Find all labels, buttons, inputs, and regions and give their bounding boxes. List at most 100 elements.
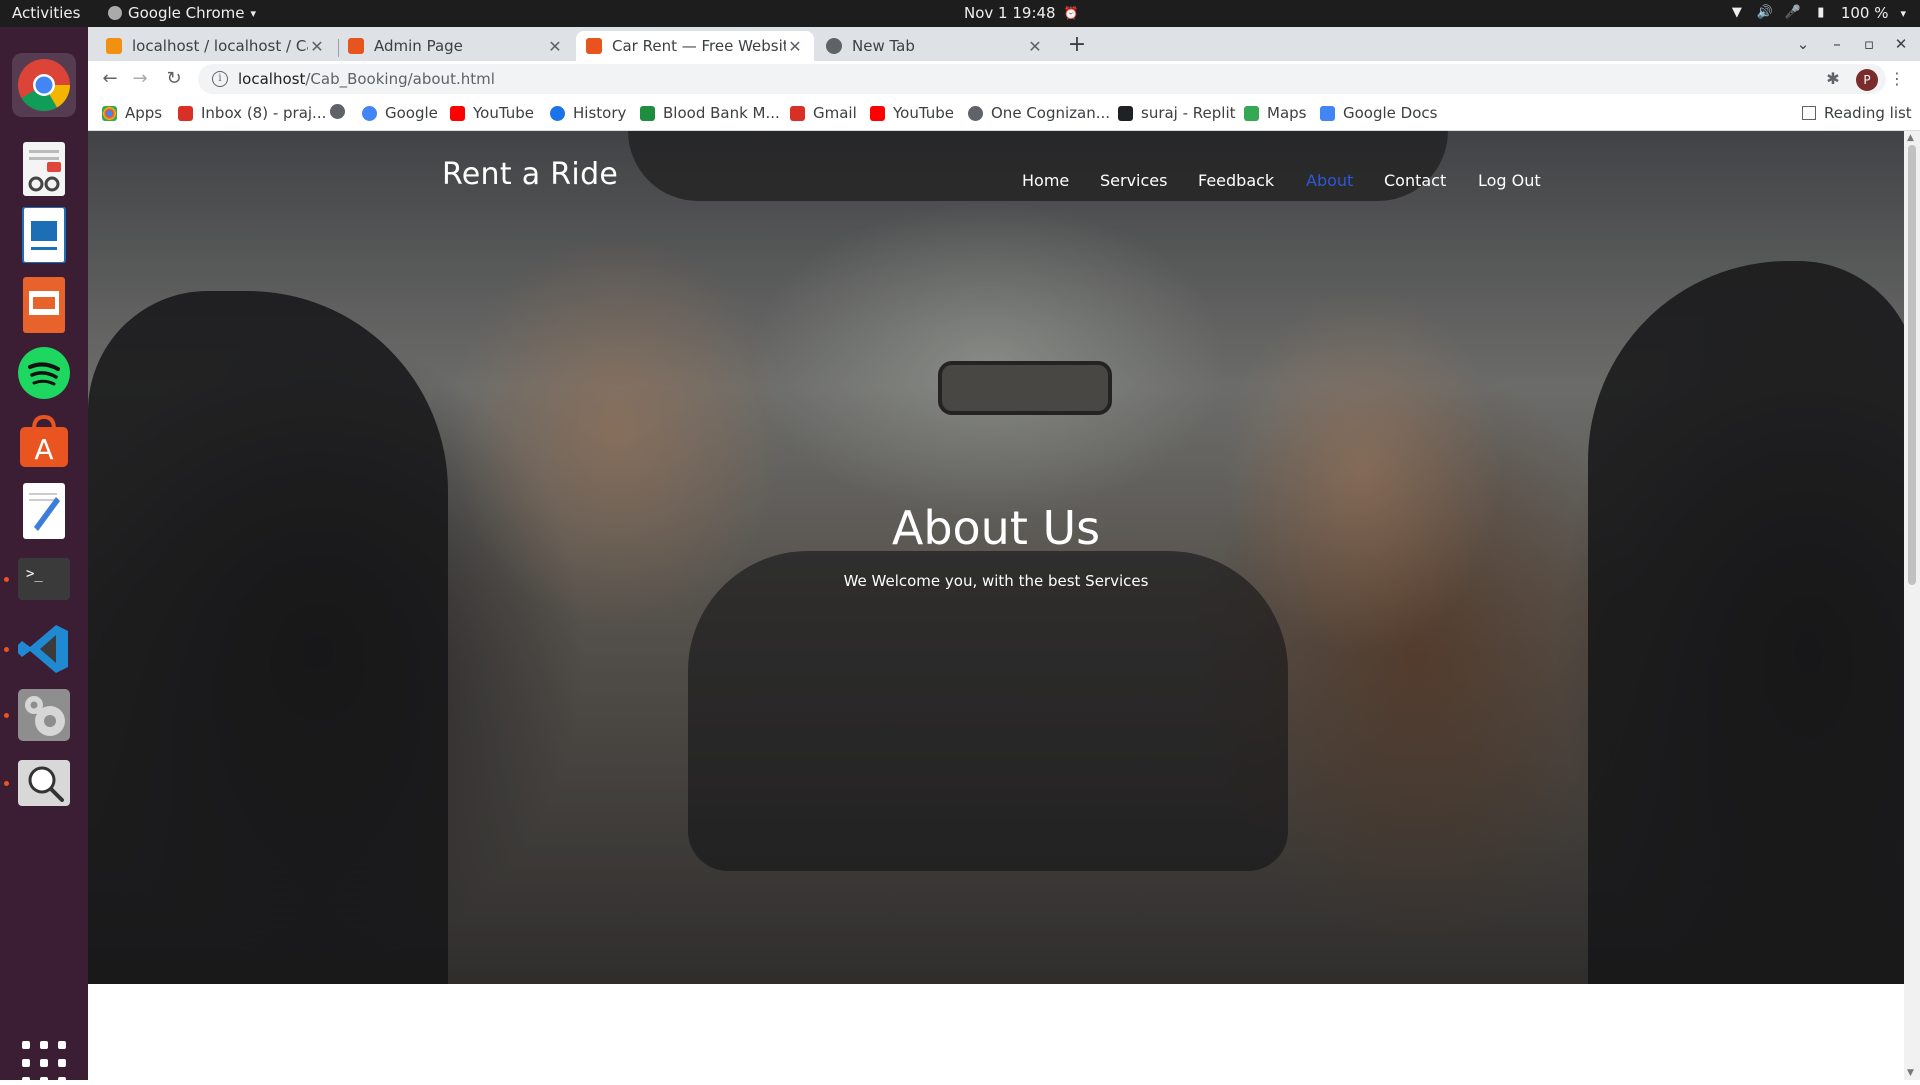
dock-libreoffice-impress[interactable] (12, 273, 76, 337)
bookmark-label: History (573, 104, 627, 122)
dock-spotify[interactable] (12, 341, 76, 405)
tab-strip: localhost / localhost / Cab ✕ Admin Page… (88, 27, 1920, 61)
nav-about[interactable]: About (1306, 171, 1353, 190)
magnifier-icon (18, 760, 70, 806)
running-indicator (4, 713, 9, 718)
new-tab-button[interactable]: + (1064, 33, 1090, 59)
bookmark-globe[interactable] (330, 104, 353, 119)
page-scrollbar[interactable]: ▲ ▼ (1904, 131, 1920, 1080)
hero-overlay (88, 131, 1904, 984)
bookmark-youtube[interactable]: YouTube (450, 104, 534, 122)
bookmark-label: Blood Bank M... (663, 104, 780, 122)
chevron-down-icon: ▾ (1900, 6, 1906, 20)
forward-arrow-icon[interactable]: → (128, 67, 152, 91)
profile-avatar[interactable]: P (1856, 69, 1878, 91)
blood-bank-icon (640, 105, 655, 121)
text-editor-icon (23, 483, 65, 539)
dock-vscode[interactable] (4, 617, 76, 681)
site-favicon-icon (586, 38, 602, 54)
running-indicator (4, 647, 9, 652)
app-menu[interactable]: Google Chrome ▾ (108, 4, 256, 22)
bookmark-gmail[interactable]: Gmail (790, 104, 857, 122)
maximize-icon[interactable]: ▫ (1858, 33, 1880, 55)
close-icon[interactable]: ✕ (786, 37, 804, 56)
close-icon[interactable]: ✕ (1026, 37, 1044, 56)
dock-terminal[interactable]: >_ (4, 547, 76, 611)
bookmark-label: Apps (125, 104, 163, 122)
browser-toolbar: ← → ↻ i localhost/Cab_Booking/about.html… (88, 61, 1920, 97)
reload-icon[interactable]: ↻ (162, 67, 186, 91)
url-host: localhost (238, 70, 306, 88)
close-icon[interactable]: ✕ (546, 37, 564, 56)
maps-icon (1244, 105, 1259, 121)
chevron-down-icon: ▾ (250, 6, 257, 20)
microphone-icon: 🎤 (1784, 5, 1801, 20)
dock-text-editor[interactable] (12, 479, 76, 543)
desktop: Activities Google Chrome ▾ Nov 1 19:48 ⏰… (0, 0, 1920, 1085)
extensions-puzzle-icon[interactable]: ✱ (1822, 68, 1844, 90)
gmail-icon (178, 105, 193, 121)
close-window-icon[interactable]: ✕ (1890, 33, 1912, 55)
bookmark-google-docs[interactable]: Google Docs (1320, 104, 1437, 122)
nav-services[interactable]: Services (1100, 171, 1167, 190)
nav-feedback[interactable]: Feedback (1198, 171, 1274, 190)
bookmark-cognizant[interactable]: One Cognizan... (968, 104, 1110, 122)
dock-ubuntu-software[interactable]: A (12, 409, 76, 473)
bookmark-label: suraj - Replit (1141, 104, 1236, 122)
bookmark-replit[interactable]: suraj - Replit (1118, 104, 1236, 122)
scroll-up-icon[interactable]: ▲ (1907, 133, 1914, 143)
dock-document-viewer[interactable] (12, 137, 76, 201)
bookmark-youtube-2[interactable]: YouTube (870, 104, 954, 122)
replit-icon (1118, 105, 1133, 121)
history-icon (550, 105, 565, 121)
url-path: /Cab_Booking/about.html (305, 70, 495, 88)
nav-contact[interactable]: Contact (1384, 171, 1446, 190)
tab-title: New Tab (852, 37, 915, 55)
dock-chrome[interactable] (12, 53, 76, 117)
bookmark-maps[interactable]: Maps (1244, 104, 1306, 122)
ubuntu-software-icon: A (20, 414, 68, 467)
hero-section: Rent a Ride Home Services Feedback About… (88, 131, 1904, 984)
bookmark-history[interactable]: History (550, 104, 626, 122)
bookmark-google[interactable]: Google (362, 104, 438, 122)
tab-new-tab[interactable]: New Tab ✕ (816, 31, 1054, 61)
address-bar[interactable]: i localhost/Cab_Booking/about.html ☆ (198, 64, 1886, 94)
site-logo[interactable]: Rent a Ride (442, 157, 618, 192)
running-indicator (4, 781, 9, 786)
bookmark-apps[interactable]: Apps (102, 104, 162, 122)
browser-window: localhost / localhost / Cab ✕ Admin Page… (88, 27, 1920, 1080)
dock-settings[interactable] (4, 683, 76, 747)
tab-search-icon[interactable]: ⌄ (1792, 33, 1814, 55)
system-tray[interactable]: ▼ 🔊 🎤 ▮ 100 % ▾ (1729, 4, 1906, 22)
bookmark-label: YouTube (893, 104, 954, 122)
tab-phpmyadmin[interactable]: localhost / localhost / Cab ✕ (96, 31, 336, 61)
clock[interactable]: Nov 1 19:48 ⏰ (964, 4, 1079, 22)
bookmark-inbox[interactable]: Inbox (8) - praj... (178, 104, 326, 122)
chrome-small-icon (108, 6, 122, 20)
dock-image-viewer[interactable] (4, 751, 76, 815)
show-applications-icon[interactable] (22, 1041, 66, 1085)
scroll-down-icon[interactable]: ▼ (1907, 1068, 1914, 1078)
bookmark-blood-bank[interactable]: Blood Bank M... (640, 104, 780, 122)
dock-libreoffice-draw[interactable] (12, 203, 76, 267)
reading-list-button[interactable]: Reading list (1802, 104, 1912, 122)
scrollbar-thumb[interactable] (1908, 145, 1916, 585)
bookmark-label: Inbox (8) - praj... (201, 104, 327, 122)
spotify-icon (18, 347, 70, 399)
google-icon (362, 105, 377, 121)
youtube-icon (870, 105, 885, 121)
close-icon[interactable]: ✕ (308, 37, 326, 56)
libreoffice-impress-icon (23, 277, 65, 333)
minimize-icon[interactable]: – (1826, 33, 1848, 55)
docs-icon (1320, 105, 1335, 121)
menu-kebab-icon[interactable]: ⋮ (1886, 68, 1908, 90)
tab-car-rent[interactable]: Car Rent — Free Website ✕ (576, 31, 814, 61)
activities-button[interactable]: Activities (12, 4, 80, 22)
vscode-icon (18, 625, 68, 673)
site-info-icon[interactable]: i (212, 71, 228, 87)
back-arrow-icon[interactable]: ← (98, 67, 122, 91)
nav-home[interactable]: Home (1022, 171, 1069, 190)
tab-admin-page[interactable]: Admin Page ✕ (338, 31, 574, 61)
chrome-icon (18, 59, 70, 111)
nav-logout[interactable]: Log Out (1478, 171, 1541, 190)
